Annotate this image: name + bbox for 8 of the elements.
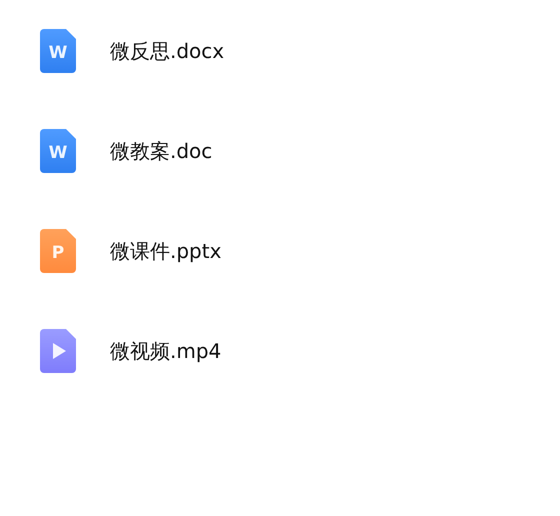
presentation-file-icon: P (40, 229, 76, 273)
file-name[interactable]: 微反思.docx (110, 38, 224, 64)
file-name[interactable]: 微视频.mp4 (110, 338, 222, 364)
file-name[interactable]: 微课件.pptx (110, 238, 222, 264)
document-file-icon: W (40, 129, 76, 173)
video-file-icon (40, 329, 76, 373)
document-file-icon: W (40, 29, 76, 73)
file-name[interactable]: 微教案.doc (110, 138, 212, 164)
